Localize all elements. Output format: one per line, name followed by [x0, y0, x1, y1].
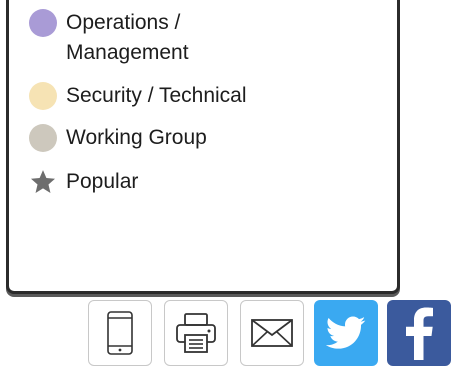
envelope-icon	[251, 319, 293, 347]
legend-item-security-technical: Security / Technical	[29, 81, 247, 111]
legend-item-operations-management: Operations / Management	[29, 8, 189, 68]
mobile-phone-icon	[107, 311, 133, 355]
page: Operations / Management Security / Techn…	[0, 0, 453, 368]
star-icon	[30, 170, 56, 193]
map-legend-panel: Operations / Management Security / Techn…	[6, 0, 400, 294]
working-group-swatch-icon	[29, 124, 57, 152]
printer-icon	[176, 313, 216, 353]
operations-management-swatch-icon	[29, 9, 57, 37]
facebook-f-icon	[406, 307, 433, 360]
legend-label-operations-management: Operations / Management	[66, 8, 189, 68]
share-mobile-button[interactable]	[88, 300, 152, 366]
share-facebook-button[interactable]	[387, 300, 451, 366]
legend-label-line: Management	[66, 41, 189, 64]
legend-label-line: Operations /	[66, 11, 181, 34]
legend-label-security-technical: Security / Technical	[66, 84, 247, 107]
share-twitter-button[interactable]	[314, 300, 378, 366]
legend-item-popular: Popular	[29, 167, 138, 197]
legend-label-working-group: Working Group	[66, 126, 207, 149]
legend-label-popular: Popular	[66, 170, 139, 193]
share-print-button[interactable]	[164, 300, 228, 366]
legend-item-working-group: Working Group	[29, 123, 207, 153]
security-technical-swatch-icon	[29, 82, 57, 110]
twitter-bird-icon	[326, 316, 366, 349]
share-email-button[interactable]	[240, 300, 304, 366]
